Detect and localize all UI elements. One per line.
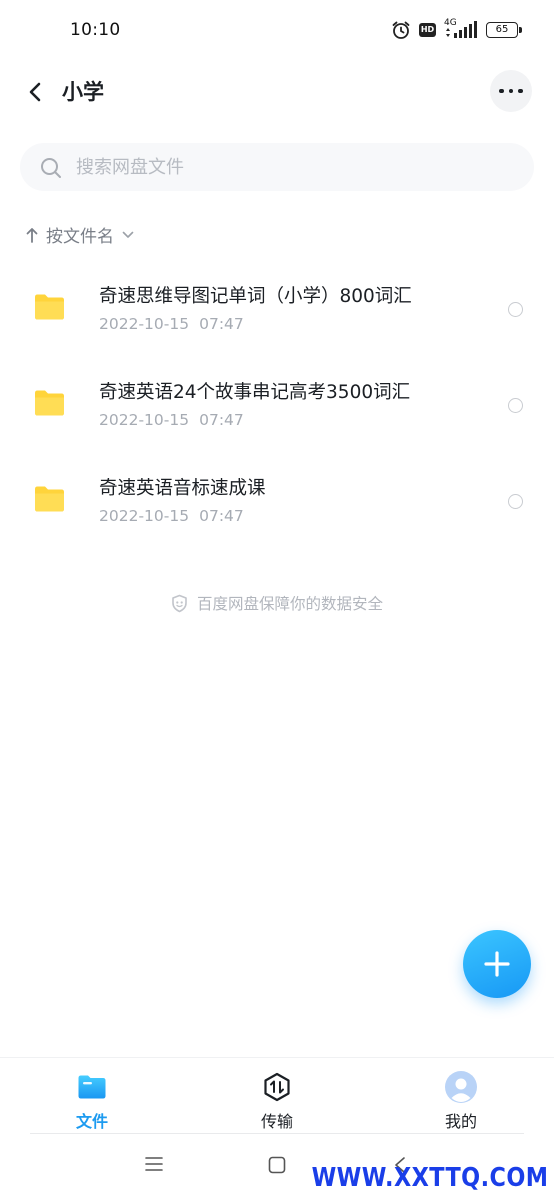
home-icon[interactable] (268, 1156, 286, 1174)
file-row[interactable]: 奇速英语音标速成课 2022-10-15 07:47 (0, 452, 554, 548)
watermark: WWW.XXTTQ.COM (311, 1163, 548, 1193)
file-name: 奇速思维导图记单词（小学）800词汇 (99, 286, 412, 307)
battery-indicator: 65 (486, 22, 522, 38)
top-bar: 小学 (0, 62, 554, 122)
more-dot (508, 88, 514, 94)
plus-icon (484, 951, 510, 977)
status-time: 10:10 (70, 20, 121, 40)
tab-transfer-icon-wrap (217, 1070, 337, 1104)
file-date-value: 2022-10-15 (99, 411, 190, 429)
chevron-down-icon (122, 231, 134, 238)
tab-transfer[interactable]: 传输 (217, 1070, 337, 1132)
file-date-value: 2022-10-15 (99, 315, 190, 333)
transfer-icon (264, 1072, 290, 1102)
menu-icon[interactable] (145, 1156, 163, 1172)
tab-me-label: 我的 (444, 1112, 477, 1131)
file-date: 2022-10-15 07:47 (99, 507, 244, 525)
alarm-icon (392, 21, 410, 39)
folder-icon (78, 1075, 106, 1099)
avatar-icon (445, 1071, 477, 1103)
tab-files[interactable]: 文件 (32, 1070, 152, 1132)
search-input[interactable] (76, 143, 496, 191)
file-list: 奇速思维导图记单词（小学）800词汇 2022-10-15 07:47 奇速英语2… (0, 260, 554, 548)
file-date: 2022-10-15 07:47 (99, 315, 244, 333)
more-dot (518, 88, 523, 94)
hd-badge: HD (419, 23, 436, 37)
file-row[interactable]: 奇速思维导图记单词（小学）800词汇 2022-10-15 07:47 (0, 260, 554, 356)
file-date: 2022-10-15 07:47 (99, 411, 244, 429)
tab-files-label: 文件 (75, 1112, 108, 1131)
sort-selector[interactable]: 按文件名 (26, 222, 134, 247)
sort-label: 按文件名 (46, 227, 114, 247)
tab-files-icon-wrap (32, 1070, 152, 1104)
file-name: 奇速英语24个故事串记高考3500词汇 (99, 382, 411, 403)
folder-icon (35, 390, 64, 416)
select-radio[interactable] (508, 398, 523, 413)
more-horizontal-icon (499, 88, 504, 94)
search-box[interactable] (20, 143, 534, 191)
file-time-value: 07:47 (199, 507, 244, 525)
tab-me-icon-wrap (401, 1070, 521, 1104)
arrow-up-icon (26, 227, 38, 243)
select-radio[interactable] (508, 494, 523, 509)
add-button[interactable] (463, 930, 531, 998)
file-name: 奇速英语音标速成课 (99, 478, 266, 499)
status-icons: HD 4G 65 (391, 19, 522, 40)
select-radio[interactable] (508, 302, 523, 317)
chevron-left-icon (29, 82, 41, 102)
more-button[interactable] (490, 70, 532, 112)
file-date-value: 2022-10-15 (99, 507, 190, 525)
status-bar: 10:10 HD 4G 65 (0, 0, 554, 62)
bottom-tab-bar: 文件 传输 我的 (0, 1057, 554, 1134)
back-button[interactable] (18, 75, 52, 109)
file-time-value: 07:47 (199, 315, 244, 333)
signal-icon: 4G (444, 19, 478, 39)
shield-icon (172, 594, 187, 612)
safety-note: 百度网盘保障你的数据安全 (0, 592, 554, 614)
folder-icon (35, 294, 64, 320)
file-time-value: 07:47 (199, 411, 244, 429)
safety-text: 百度网盘保障你的数据安全 (196, 595, 383, 613)
search-icon (41, 158, 61, 178)
tab-me[interactable]: 我的 (401, 1070, 521, 1132)
page-title: 小学 (62, 80, 104, 104)
file-row[interactable]: 奇速英语24个故事串记高考3500词汇 2022-10-15 07:47 (0, 356, 554, 452)
tab-transfer-label: 传输 (260, 1112, 293, 1131)
folder-icon (35, 486, 64, 512)
